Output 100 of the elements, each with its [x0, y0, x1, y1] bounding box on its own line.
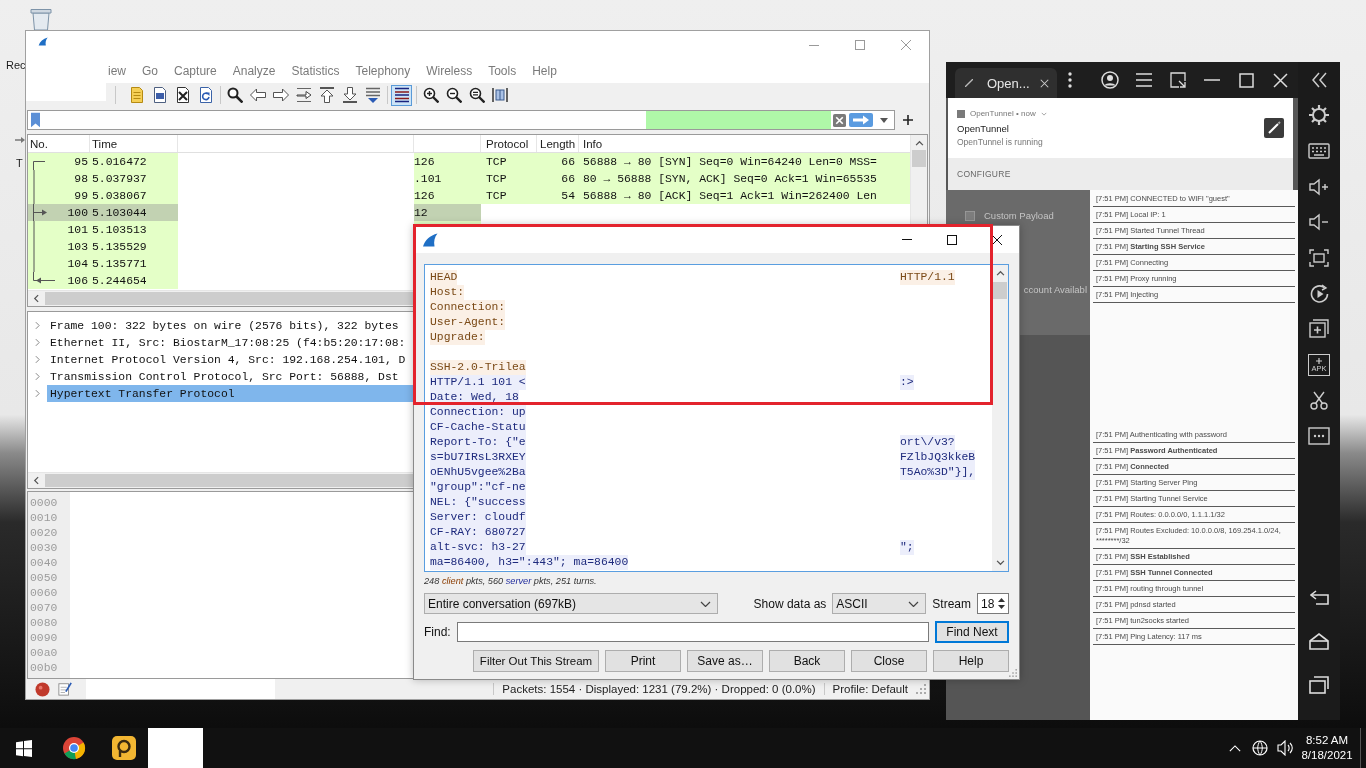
scroll-up-icon[interactable]	[995, 270, 1005, 276]
home-icon[interactable]	[1309, 632, 1329, 650]
tree-item[interactable]: Hypertext Transfer Protocol	[47, 385, 414, 402]
account-icon[interactable]	[1101, 71, 1119, 89]
chevron-up-icon[interactable]	[1229, 744, 1241, 752]
menu-item[interactable]: Analyze	[232, 64, 276, 78]
menu-icon[interactable]	[1136, 73, 1152, 87]
note-pencil-icon[interactable]	[58, 682, 72, 696]
menu-item[interactable]: Statistics	[291, 64, 340, 78]
format-dropdown[interactable]: ASCII	[832, 593, 927, 614]
ball-icon[interactable]	[35, 681, 50, 697]
arrow-icon[interactable]	[15, 137, 25, 143]
menu-item[interactable]: Tools	[488, 64, 517, 78]
spin-down-icon[interactable]	[998, 605, 1005, 609]
menu-item[interactable]: Go	[142, 64, 159, 78]
plus-icon[interactable]	[903, 115, 913, 125]
desktop-icon-label[interactable]: Rec	[6, 59, 26, 71]
scrollbar[interactable]	[992, 265, 1008, 571]
file-icon[interactable]	[128, 87, 145, 103]
packet-row[interactable]: 100 5.103044 12	[28, 204, 910, 221]
maximize-icon[interactable]	[946, 234, 957, 245]
scroll-left-icon[interactable]	[33, 294, 39, 303]
replay-icon[interactable]	[1309, 283, 1329, 303]
volume-down-icon[interactable]	[1309, 213, 1329, 232]
conversation-dropdown[interactable]: Entire conversation (697kB)	[424, 593, 718, 614]
configure-action[interactable]: CONFIGURE	[957, 169, 1011, 179]
start-icon[interactable]	[16, 739, 32, 757]
coloring-toggle[interactable]	[391, 84, 412, 106]
scroll-thumb[interactable]	[993, 282, 1007, 299]
reload-file-icon[interactable]	[197, 87, 214, 103]
zoom-out-icon[interactable]	[445, 87, 462, 103]
window-plus-icon[interactable]	[1309, 319, 1329, 339]
speaker-icon[interactable]	[1277, 740, 1293, 756]
resize-grip-icon[interactable]	[1009, 669, 1017, 677]
dialog-button[interactable]: Save as…	[687, 650, 763, 672]
clear-icon[interactable]	[833, 113, 846, 127]
resize-grip-icon[interactable]	[916, 684, 926, 694]
column-header[interactable]: Length	[537, 135, 579, 152]
pencil-icon[interactable]	[1264, 118, 1284, 138]
window-arrow-icon[interactable]	[1170, 72, 1186, 88]
dialog-button[interactable]: Close	[851, 650, 927, 672]
clock-date[interactable]: 8/18/2021	[1301, 748, 1353, 763]
dialog-button[interactable]: Print	[605, 650, 681, 672]
clock-time[interactable]: 8:52 AM	[1305, 733, 1349, 748]
menu-item[interactable]: Help	[532, 64, 557, 78]
recents-icon[interactable]	[1309, 676, 1329, 694]
stream-spinbox[interactable]: 18	[977, 593, 1009, 614]
tree-item[interactable]: Transmission Control Protocol, Src Port: 56888, Dst	[47, 368, 414, 385]
zoom-reset-icon[interactable]	[468, 87, 485, 103]
caret-down-icon[interactable]	[880, 117, 888, 123]
find-next-button[interactable]: Find Next	[935, 620, 1009, 643]
tree-item[interactable]: Ethernet II, Src: BiostarM_17:08:25 (f4:b5:20:17:08:	[47, 334, 414, 351]
rounded-tile-logo-icon[interactable]	[112, 736, 136, 760]
filter-field[interactable]	[27, 110, 895, 130]
scroll-left-icon[interactable]	[33, 476, 39, 485]
scroll-down-icon[interactable]	[995, 560, 1005, 566]
menu-item[interactable]: Telephony	[355, 64, 411, 78]
back-icon[interactable]	[1309, 589, 1329, 605]
round-logo-icon[interactable]	[62, 736, 86, 760]
packet-row[interactable]: 99 5.038067 126 TCP 54 56888 → 80 [ACK] Seq=1 Ack=1 Win=262400 Len	[28, 187, 910, 204]
binary-file-icon[interactable]	[151, 87, 168, 103]
zoom-in-icon[interactable]	[422, 87, 439, 103]
stream-text-area[interactable]	[424, 264, 1009, 572]
dialog-button[interactable]: Help	[933, 650, 1009, 672]
jump-arrow-icon[interactable]	[295, 87, 312, 103]
double-chevron-left-icon[interactable]	[1311, 71, 1327, 88]
kebab-menu-icon[interactable]	[1068, 72, 1072, 88]
resize-columns-icon[interactable]	[491, 87, 508, 103]
keyboard-icon[interactable]	[1308, 143, 1330, 159]
tree-item[interactable]: Internet Protocol Version 4, Src: 192.168.254.101, D	[47, 351, 414, 368]
volume-up-icon[interactable]	[1309, 177, 1329, 196]
notification-card[interactable]: OpenTunnel • now OpenTunnel OpenTunnel is running CONFIGURE	[948, 98, 1293, 190]
desktop-icon-label[interactable]: T	[16, 157, 23, 169]
scroll-thumb[interactable]	[912, 150, 926, 167]
spin-up-icon[interactable]	[998, 598, 1005, 602]
settings-icon[interactable]	[1309, 105, 1329, 126]
menu-item[interactable]: Capture	[174, 64, 217, 78]
column-header[interactable]: No.	[28, 135, 90, 152]
left-arrow-icon[interactable]	[249, 87, 266, 103]
bookmark-icon[interactable]	[31, 112, 40, 128]
dialog-button[interactable]: Back	[769, 650, 845, 672]
close-icon[interactable]	[991, 234, 1002, 245]
app-tab[interactable]: Open...	[955, 68, 1057, 98]
autoscroll-icon[interactable]	[364, 87, 381, 103]
column-header[interactable]: Protocol	[481, 135, 537, 152]
menu-item[interactable]: Wireless	[426, 64, 473, 78]
globe-icon[interactable]	[1252, 740, 1268, 756]
scissors-icon[interactable]	[1310, 390, 1328, 410]
menu-item[interactable]: iew	[108, 64, 126, 78]
scroll-up-icon[interactable]	[914, 140, 924, 146]
trash-bin-icon[interactable]	[29, 8, 53, 30]
dialog-button[interactable]: Filter Out This Stream	[473, 650, 599, 672]
packet-row[interactable]: 98 5.037937 .101 TCP 66 80 → 56888 [SYN, ACK] Seq=0 Ack=1 Win=65535	[28, 170, 910, 187]
close-file-icon[interactable]	[174, 87, 191, 103]
minimize-icon[interactable]	[901, 239, 912, 240]
up-arrow-icon[interactable]	[318, 87, 335, 103]
tree-item[interactable]: Frame 100: 322 bytes on wire (2576 bits), 322 bytes	[47, 317, 414, 334]
right-arrow-icon[interactable]	[272, 87, 289, 103]
screen-frame-icon[interactable]	[1309, 248, 1329, 267]
more-icon[interactable]	[1308, 426, 1330, 445]
